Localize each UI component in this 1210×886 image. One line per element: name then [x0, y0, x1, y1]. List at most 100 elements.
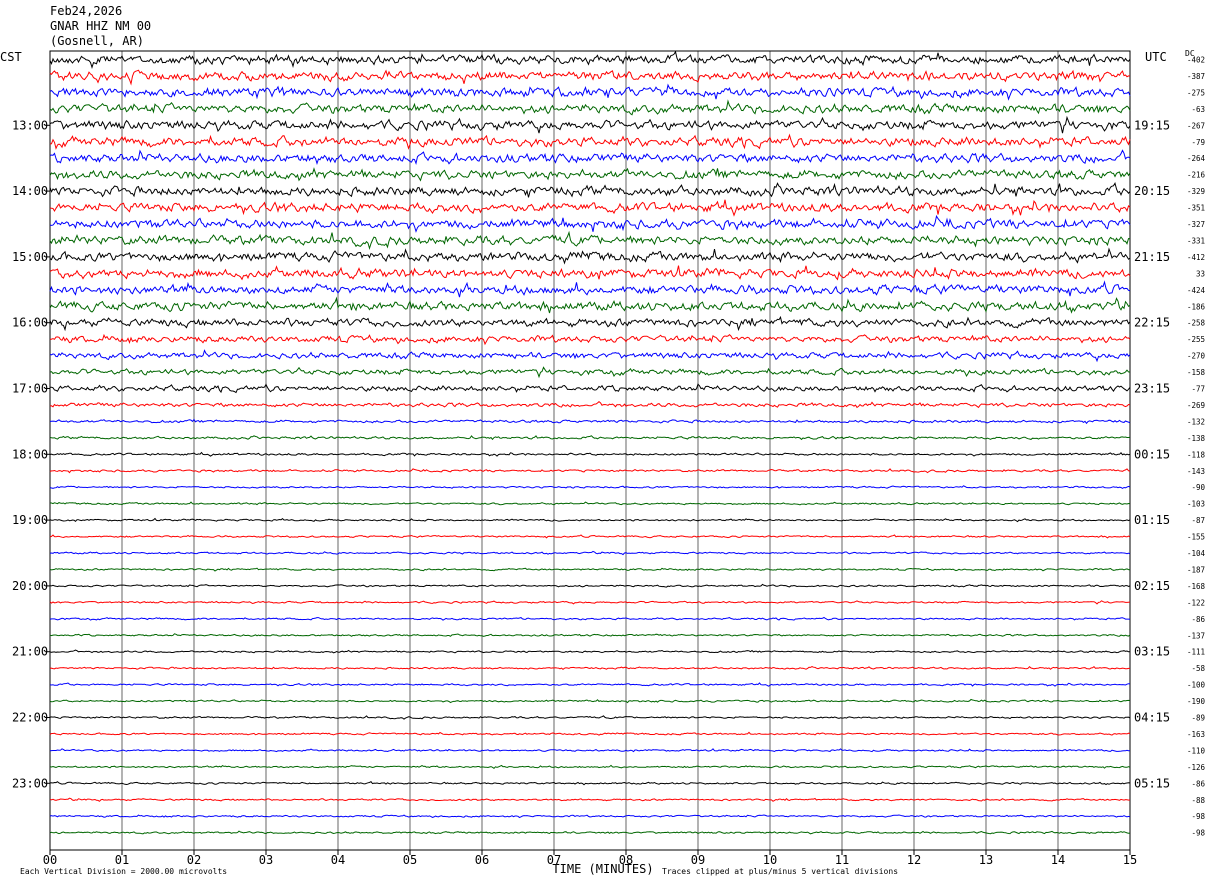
- dc-offset-label: -90: [1191, 483, 1205, 492]
- seismic-trace: [49, 814, 1131, 819]
- x-tick-label: 11: [835, 853, 849, 867]
- x-axis-title: TIME (MINUTES): [552, 862, 653, 876]
- x-tick-label: 05: [403, 853, 417, 867]
- dc-offset-label: -138: [1187, 434, 1206, 443]
- left-hour-label: 21:00: [12, 645, 48, 659]
- dc-offset-label: -387: [1187, 72, 1205, 81]
- x-tick-label: 04: [331, 853, 345, 867]
- dc-offset-label: -86: [1191, 779, 1205, 788]
- seismic-trace: [49, 182, 1131, 198]
- seismic-trace: [49, 315, 1131, 332]
- seismic-trace: [49, 247, 1131, 265]
- x-tick-label: 03: [259, 853, 273, 867]
- dc-offset-label: -329: [1187, 187, 1205, 196]
- seismic-trace: [49, 682, 1131, 687]
- seismic-trace: [49, 550, 1131, 556]
- dc-offset-label: -111: [1187, 648, 1205, 657]
- seismic-trace: [49, 296, 1131, 314]
- seismic-trace: [49, 280, 1131, 298]
- dc-offset-label: -88: [1191, 796, 1205, 805]
- x-tick-label: 00: [43, 853, 57, 867]
- dc-offset-label: -269: [1187, 401, 1205, 410]
- seismic-trace: [49, 333, 1131, 346]
- dc-offset-label: -100: [1187, 681, 1206, 690]
- right-hour-label: 00:15: [1134, 447, 1170, 461]
- dc-offset-label: -258: [1187, 319, 1206, 328]
- seismic-trace: [49, 199, 1131, 217]
- left-hour-label: 20:00: [12, 579, 48, 593]
- right-hour-label: 19:15: [1134, 118, 1170, 132]
- seismic-trace: [49, 764, 1131, 769]
- dc-offset-label: -122: [1187, 598, 1205, 607]
- left-hour-label: 23:00: [12, 776, 48, 790]
- seismic-trace: [49, 149, 1131, 166]
- right-hour-label: 22:15: [1134, 316, 1170, 330]
- left-hour-label: 14:00: [12, 184, 48, 198]
- seismic-trace: [49, 83, 1131, 101]
- x-tick-label: 06: [475, 853, 489, 867]
- right-hour-label: 21:15: [1134, 250, 1170, 264]
- x-tick-label: 15: [1123, 853, 1137, 867]
- seismic-trace: [49, 400, 1131, 409]
- dc-offset-label: -132: [1187, 417, 1205, 426]
- dc-offset-label: -58: [1191, 664, 1205, 673]
- seismic-trace: [49, 366, 1131, 379]
- left-hour-label: 19:00: [12, 513, 48, 527]
- dc-offset-label: -190: [1187, 697, 1206, 706]
- dc-offset-label: -89: [1191, 714, 1205, 723]
- right-hour-label: 23:15: [1134, 382, 1170, 396]
- seismic-trace: [49, 50, 1131, 69]
- dc-offset-label: -402: [1187, 56, 1205, 65]
- x-tick-label: 13: [979, 853, 993, 867]
- seismic-trace: [49, 435, 1131, 441]
- left-hour-label: 15:00: [12, 250, 48, 264]
- right-hour-label: 05:15: [1134, 776, 1170, 790]
- dc-offset-label: -126: [1187, 763, 1206, 772]
- seismic-trace: [49, 167, 1131, 182]
- seismic-trace: [49, 485, 1131, 489]
- dc-offset-label: -163: [1187, 730, 1205, 739]
- dc-offset-label: -98: [1191, 829, 1205, 838]
- dc-offset-label: -351: [1187, 204, 1205, 213]
- dc-offset-label: -63: [1191, 105, 1205, 114]
- x-tick-label: 09: [691, 853, 705, 867]
- helicorder-plot: 00 01 02 03 04 05 06 07 08 09 10 11 12 13 14 15TIME (MI…: [12, 50, 1206, 876]
- x-tick-label: 02: [187, 853, 201, 867]
- dc-offset-label: -104: [1187, 549, 1206, 558]
- seismic-trace: [49, 534, 1131, 539]
- right-hour-label: 02:15: [1134, 579, 1170, 593]
- seismic-trace: [49, 748, 1130, 753]
- x-tick-label: 10: [763, 853, 777, 867]
- dc-offset-label: 33: [1196, 269, 1205, 278]
- seismic-trace: [49, 781, 1131, 786]
- left-hour-label: 13:00: [12, 118, 48, 132]
- seismic-trace: [49, 265, 1131, 281]
- dc-offset-label: -327: [1187, 220, 1205, 229]
- dc-offset-label: -264: [1187, 154, 1206, 163]
- seismic-trace: [49, 517, 1131, 523]
- right-hour-label: 04:15: [1134, 711, 1170, 725]
- dc-offset-label: -275: [1187, 88, 1205, 97]
- seismic-trace: [49, 69, 1131, 86]
- seismic-trace: [49, 468, 1131, 474]
- dc-offset-label: -186: [1187, 302, 1206, 311]
- seismic-trace: [49, 451, 1131, 457]
- seismic-trace: [49, 633, 1131, 637]
- dc-offset-label: -412: [1187, 253, 1205, 262]
- dc-offset-label: -118: [1187, 450, 1206, 459]
- seismic-trace: [49, 230, 1131, 251]
- dc-offset-label: -267: [1187, 121, 1205, 130]
- seismic-trace: [49, 797, 1131, 802]
- x-tick-label: 01: [115, 853, 129, 867]
- seismic-trace: [49, 501, 1131, 506]
- seismic-trace: [49, 698, 1131, 704]
- dc-offset-label: -110: [1187, 746, 1206, 755]
- seismic-trace: [49, 715, 1131, 720]
- seismic-trace: [49, 115, 1131, 134]
- dc-offset-label: -98: [1191, 812, 1205, 821]
- right-hour-label: 20:15: [1134, 184, 1170, 198]
- dc-offset-label: -158: [1187, 368, 1206, 377]
- seismic-trace: [49, 600, 1131, 605]
- seismic-trace: [49, 830, 1131, 835]
- clip-note: Traces clipped at plus/minus 5 vertical …: [662, 867, 899, 876]
